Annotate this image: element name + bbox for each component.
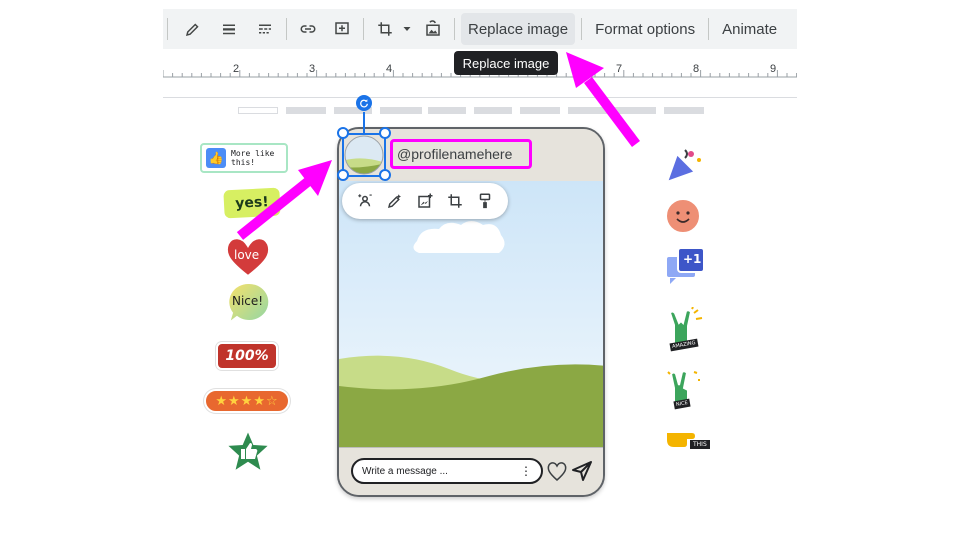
hundred-percent-text: 100% bbox=[225, 348, 269, 364]
this-text: THIS bbox=[690, 440, 710, 449]
landscape-illustration bbox=[339, 221, 603, 447]
replace-image-tooltip: Replace image bbox=[454, 51, 558, 75]
add-comment-icon[interactable] bbox=[327, 14, 357, 44]
ruler-number: 9 bbox=[770, 63, 776, 75]
more-options-icon[interactable]: ⋮ bbox=[520, 464, 532, 478]
nice-bubble-sticker[interactable]: Nice! bbox=[226, 281, 272, 326]
landscape-image[interactable] bbox=[339, 181, 603, 447]
star-rating-sticker[interactable]: ★★★★☆ bbox=[204, 389, 290, 413]
thumbs-up-icon: 👍 bbox=[206, 148, 226, 168]
profile-name-field[interactable]: @profilenamehere bbox=[390, 139, 532, 169]
placeholder-bar bbox=[238, 107, 278, 114]
star-rating-text: ★★★★☆ bbox=[215, 393, 279, 409]
slides-editor: Replace image Format options Animate 2 3… bbox=[0, 0, 960, 540]
link-icon[interactable] bbox=[293, 14, 323, 44]
rock-hand-sticker[interactable]: AMAZING bbox=[664, 306, 706, 355]
placeholder-bar bbox=[428, 107, 466, 114]
placeholder-bar bbox=[286, 107, 326, 114]
smiley-face-sticker[interactable] bbox=[664, 197, 702, 235]
peace-hand-sticker[interactable]: NICE bbox=[664, 368, 704, 412]
annotation-arrow-left bbox=[236, 160, 332, 240]
chevron-down-icon[interactable] bbox=[400, 14, 414, 44]
placeholder-bar bbox=[380, 107, 422, 114]
placeholder-bar bbox=[520, 107, 560, 114]
resize-handle-top-left[interactable] bbox=[337, 127, 349, 139]
animate-button[interactable]: Animate bbox=[715, 13, 784, 45]
toolbar-separator bbox=[363, 18, 364, 40]
crop-icon[interactable] bbox=[446, 192, 464, 210]
toolbar-separator bbox=[454, 18, 455, 40]
image-edit-icon[interactable] bbox=[416, 192, 434, 210]
pen-icon[interactable] bbox=[178, 14, 208, 44]
ruler-number: 8 bbox=[693, 63, 699, 75]
ruler-number: 3 bbox=[309, 63, 315, 75]
image-toolbar: Replace image Format options Animate bbox=[163, 9, 797, 49]
ruler-divider bbox=[163, 97, 797, 98]
rotate-line bbox=[363, 112, 365, 133]
message-placeholder: Write a message ... bbox=[362, 465, 448, 477]
placeholder-bar bbox=[474, 107, 512, 114]
rotate-handle[interactable] bbox=[356, 95, 372, 111]
resize-handle-top-right[interactable] bbox=[379, 127, 391, 139]
message-input[interactable]: Write a message ... ⋮ bbox=[351, 458, 543, 484]
line-dash-icon[interactable] bbox=[250, 14, 280, 44]
ruler-number: 4 bbox=[386, 63, 392, 75]
party-popper-sticker[interactable] bbox=[663, 146, 705, 186]
profile-name-text: @profilenamehere bbox=[397, 146, 513, 162]
rotate-icon bbox=[360, 99, 368, 108]
plus-one-text: +1 bbox=[683, 252, 702, 266]
hundred-percent-sticker[interactable]: 100% bbox=[216, 342, 278, 370]
nice-label-text: NICE bbox=[673, 398, 691, 410]
cloud-shape bbox=[413, 221, 505, 253]
line-weight-icon[interactable] bbox=[214, 14, 244, 44]
annotation-arrow-right bbox=[566, 52, 640, 147]
toolbar-separator bbox=[286, 18, 287, 40]
placeholder-bar bbox=[664, 107, 704, 114]
toolbar-separator bbox=[581, 18, 583, 40]
toolbar-separator bbox=[708, 18, 710, 40]
person-sparkle-icon[interactable] bbox=[356, 192, 374, 210]
image-floating-toolbar bbox=[342, 183, 508, 219]
paint-format-icon[interactable] bbox=[476, 192, 494, 210]
star-thumbs-up-sticker[interactable] bbox=[224, 428, 272, 474]
plus-one-sticker[interactable]: +1 bbox=[664, 246, 708, 286]
heart-icon[interactable] bbox=[545, 459, 569, 483]
replace-image-button[interactable]: Replace image bbox=[461, 13, 576, 45]
love-text: love bbox=[234, 248, 260, 262]
send-icon[interactable] bbox=[570, 459, 594, 483]
ruler-number: 2 bbox=[233, 63, 239, 75]
reset-image-icon[interactable] bbox=[418, 14, 448, 44]
crop-icon[interactable] bbox=[370, 14, 400, 44]
resize-handle-bottom-right[interactable] bbox=[379, 169, 391, 181]
magic-pen-icon[interactable] bbox=[386, 192, 404, 210]
nice-text: Nice! bbox=[232, 294, 264, 308]
pointing-hand-sticker[interactable]: THIS bbox=[664, 426, 712, 458]
format-options-button[interactable]: Format options bbox=[588, 13, 702, 45]
toolbar-separator bbox=[167, 18, 168, 40]
